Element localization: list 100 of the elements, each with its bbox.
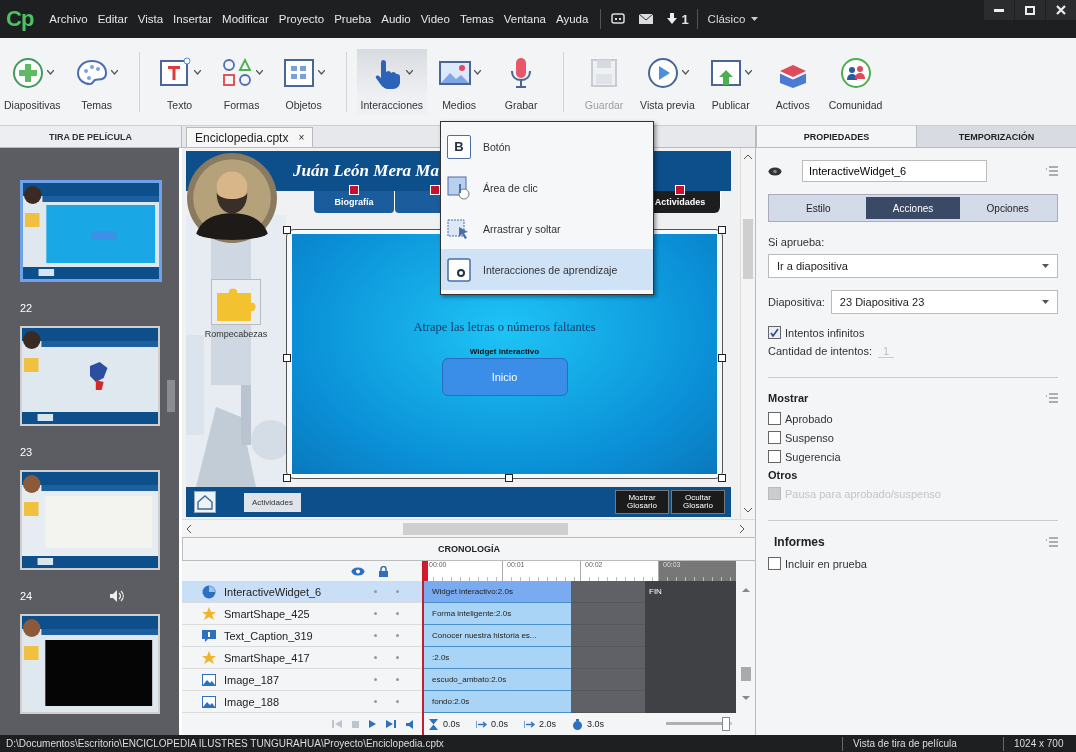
time-readout: 3.0s <box>587 719 605 729</box>
caret-icon <box>318 70 326 75</box>
panel-tab[interactable]: Opciones <box>960 197 1055 219</box>
resize-handle[interactable] <box>718 226 726 234</box>
checkbox[interactable] <box>768 557 781 570</box>
view-mode: Vista de tira de película <box>853 738 958 749</box>
download-count: 1 <box>681 11 689 27</box>
resize-handle[interactable] <box>283 474 291 482</box>
workspace-dropdown[interactable]: Clásico <box>707 13 759 25</box>
menu-item[interactable]: Modificar <box>222 13 269 25</box>
section-title: Otros <box>768 469 799 481</box>
menu-item[interactable]: Video <box>420 13 450 25</box>
menu-item[interactable]: Prueba <box>334 13 372 25</box>
hourglass-icon <box>428 718 439 730</box>
checkbox[interactable] <box>768 412 781 425</box>
action-dropdown[interactable]: Ir a diapositiva <box>768 254 1058 278</box>
scrollbar-thumb[interactable] <box>740 667 751 681</box>
skip-end-icon[interactable] <box>386 720 396 728</box>
scroll-up-icon[interactable] <box>744 154 752 160</box>
toolbar-button[interactable]: Objetos <box>273 48 334 115</box>
toolbar-button[interactable]: Medios <box>429 48 490 115</box>
toolbar-button[interactable]: Activos <box>762 48 823 115</box>
menu-item[interactable]: Archivo <box>49 13 88 25</box>
timeline-bar[interactable]: Conocer nuestra historia es... <box>424 625 571 647</box>
timeline-bar[interactable]: Forma inteligente:2.0s <box>424 603 571 625</box>
panel-tab[interactable]: TEMPORIZACIÓN <box>916 126 1076 147</box>
resize-handle[interactable] <box>504 474 513 482</box>
menu-item[interactable]: Insertar <box>173 13 213 25</box>
add-slide-icon <box>10 55 45 90</box>
timeline-bar[interactable]: fondo:2.0s <box>424 691 571 713</box>
menu-item[interactable]: Ayuda <box>555 13 589 25</box>
panel-tab[interactable]: Estilo <box>771 197 866 219</box>
close-icon <box>1056 5 1066 15</box>
menu-item[interactable]: Ventana <box>503 13 546 25</box>
timeline-row[interactable]: Image_187 <box>182 669 422 691</box>
toolbar-button[interactable]: Diapositivas <box>0 48 65 115</box>
eye-icon[interactable] <box>768 166 782 176</box>
start-time-icon <box>476 718 487 730</box>
menu-item[interactable]: Interacciones de aprendizaje <box>441 249 653 290</box>
scroll-up-icon[interactable] <box>741 587 750 593</box>
menu-item[interactable]: Audio <box>381 13 411 25</box>
glossary-button[interactable]: Ocultar Glosario <box>671 490 725 514</box>
lock-icon[interactable] <box>379 565 388 577</box>
slide-tab[interactable]: Biografía <box>314 191 395 213</box>
mail-icon[interactable] <box>639 14 654 24</box>
speaker-icon[interactable] <box>406 719 416 729</box>
toolbar-button[interactable]: Texto <box>149 48 210 115</box>
checkbox[interactable] <box>768 431 781 444</box>
menu-item[interactable]: Temas <box>459 13 494 25</box>
toolbar-button[interactable]: Vista previa <box>636 48 699 115</box>
scroll-left-icon[interactable] <box>186 524 192 533</box>
toolbar-button[interactable]: Interacciones <box>356 48 428 115</box>
scrollbar-thumb[interactable] <box>743 218 753 279</box>
panel-tab[interactable]: Acciones <box>865 197 961 219</box>
menu-item[interactable]: Editar <box>97 13 128 25</box>
download-icon[interactable] <box>667 13 678 25</box>
object-name-field[interactable]: InteractiveWidget_6 <box>802 160 987 182</box>
scroll-down-icon[interactable] <box>741 695 750 701</box>
resize-handle[interactable] <box>283 354 291 362</box>
toolbar-button[interactable]: Comunidad <box>824 48 887 115</box>
scroll-right-icon[interactable] <box>739 524 745 533</box>
timeline-row[interactable]: Image_188 <box>182 691 422 713</box>
home-icon[interactable] <box>194 491 216 513</box>
chat-icon[interactable] <box>611 13 626 25</box>
glossary-button[interactable]: Mostrar Glosario <box>615 490 669 514</box>
scrollbar-thumb[interactable] <box>167 380 175 412</box>
close-button[interactable] <box>1046 0 1076 20</box>
close-tab-button[interactable]: × <box>298 132 305 143</box>
timeline-row[interactable]: SmartShape_417 <box>182 647 422 669</box>
slide-dropdown[interactable]: 23 Diapositiva 23 <box>830 290 1058 314</box>
document-tab[interactable]: Enciclopedia.cptx × <box>186 127 314 147</box>
toolbar-button[interactable]: Formas <box>211 48 272 115</box>
menu-item[interactable]: B Botón <box>441 126 653 167</box>
eye-icon[interactable] <box>351 566 365 576</box>
widget-label: Widget interactivo <box>469 347 540 356</box>
panel-tab[interactable]: PROPIEDADES <box>756 126 916 147</box>
timeline-row[interactable]: SmartShape_425 <box>182 603 422 625</box>
menu-item[interactable]: Proyecto <box>278 13 325 25</box>
play-icon[interactable] <box>369 720 376 728</box>
checkbox[interactable] <box>768 450 781 463</box>
menu-item[interactable]: Vista <box>137 13 164 25</box>
resize-handle[interactable] <box>718 474 726 482</box>
resize-handle[interactable] <box>283 226 291 234</box>
scroll-down-icon[interactable] <box>744 507 752 513</box>
maximize-icon <box>1025 5 1035 15</box>
timeline-bar[interactable]: Widget interactivo:2.0s <box>424 581 571 603</box>
scrollbar-thumb[interactable] <box>403 522 568 535</box>
maximize-button[interactable] <box>1015 0 1045 20</box>
timeline-bar[interactable]: :2.0s <box>424 647 571 669</box>
timeline-row[interactable]: InteractiveWidget_6 <box>182 581 422 603</box>
timeline-row[interactable]: Text_Caption_319 <box>182 625 422 647</box>
checkbox-label: Suspenso <box>785 431 834 444</box>
resize-handle[interactable] <box>718 354 726 362</box>
toolbar-button[interactable]: Grabar <box>491 48 552 115</box>
toolbar-button[interactable]: Publicar <box>700 48 761 115</box>
timeline-bar[interactable]: escudo_ambato:2.0s <box>424 669 571 691</box>
activities-button[interactable]: Actividades <box>244 492 301 512</box>
checkbox[interactable] <box>768 326 781 339</box>
minimize-button[interactable] <box>984 0 1014 20</box>
toolbar-button[interactable]: Temas <box>66 48 127 115</box>
